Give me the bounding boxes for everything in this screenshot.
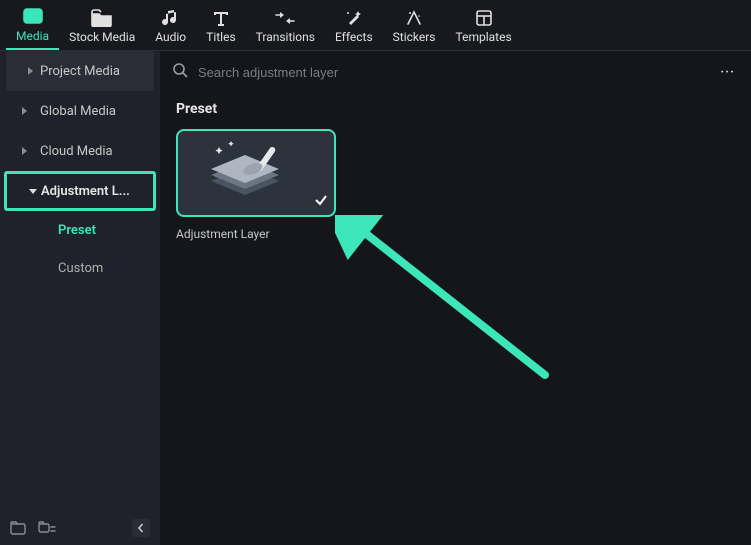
- caret-down-icon: [29, 189, 37, 194]
- tab-label: Media: [16, 29, 49, 43]
- stock-media-icon: [91, 8, 113, 28]
- sidebar-footer: [0, 511, 160, 545]
- tab-label: Templates: [456, 30, 512, 44]
- body: Project Media Global Media Cloud Media A…: [0, 51, 751, 545]
- collapse-sidebar-button[interactable]: [132, 519, 150, 537]
- sidebar-sub-label: Preset: [58, 223, 96, 238]
- sidebar-sub-label: Custom: [58, 261, 103, 276]
- more-options-button[interactable]: ···: [716, 63, 739, 82]
- preset-label: Adjustment Layer: [176, 227, 735, 241]
- search-input[interactable]: [198, 65, 706, 80]
- titles-icon: [212, 8, 230, 28]
- tab-label: Effects: [335, 30, 373, 44]
- tab-templates[interactable]: Templates: [446, 0, 522, 50]
- content-area: Preset: [160, 93, 751, 545]
- caret-right-icon: [22, 107, 27, 115]
- sidebar-item-cloud-media[interactable]: Cloud Media: [0, 131, 160, 171]
- sidebar-item-adjustment-layer[interactable]: Adjustment L...: [4, 171, 156, 211]
- sidebar: Project Media Global Media Cloud Media A…: [0, 51, 160, 545]
- caret-right-icon: [22, 147, 27, 155]
- top-tab-bar: Media Stock Media Audio Titles Transitio…: [0, 0, 751, 51]
- main-area: ··· Preset: [160, 51, 751, 545]
- search-box[interactable]: [172, 62, 706, 82]
- preset-adjustment-layer[interactable]: [176, 129, 336, 217]
- tab-transitions[interactable]: Transitions: [246, 0, 325, 50]
- check-icon: [314, 193, 328, 211]
- tab-effects[interactable]: Effects: [325, 0, 383, 50]
- media-icon: [23, 7, 43, 27]
- sidebar-sub-custom[interactable]: Custom: [0, 249, 160, 287]
- sidebar-item-label: Global Media: [40, 104, 116, 119]
- sidebar-sub-preset[interactable]: Preset: [0, 211, 160, 249]
- tab-stock-media[interactable]: Stock Media: [59, 0, 145, 50]
- templates-icon: [475, 8, 493, 28]
- tab-stickers[interactable]: Stickers: [383, 0, 446, 50]
- sidebar-item-label: Cloud Media: [40, 144, 113, 159]
- caret-right-icon: [28, 67, 33, 75]
- tab-media[interactable]: Media: [6, 0, 59, 50]
- tab-label: Titles: [206, 30, 235, 44]
- tab-label: Transitions: [256, 30, 315, 44]
- section-title: Preset: [176, 101, 735, 117]
- search-icon: [172, 62, 188, 82]
- search-row: ···: [160, 51, 751, 93]
- transitions-icon: [274, 8, 296, 28]
- tab-titles[interactable]: Titles: [196, 0, 245, 50]
- sidebar-item-label: Adjustment L...: [41, 184, 130, 199]
- sidebar-item-label: Project Media: [40, 64, 120, 79]
- tab-label: Audio: [155, 30, 186, 44]
- audio-icon: [162, 8, 180, 28]
- tab-audio[interactable]: Audio: [145, 0, 196, 50]
- sidebar-item-global-media[interactable]: Global Media: [0, 91, 160, 131]
- tab-label: Stickers: [393, 30, 436, 44]
- add-folder-icon[interactable]: [10, 521, 26, 535]
- effects-icon: [345, 8, 363, 28]
- adjustment-layer-thumb-icon: [201, 139, 311, 207]
- sidebar-item-project-media[interactable]: Project Media: [6, 51, 154, 91]
- stickers-icon: [405, 8, 423, 28]
- tab-label: Stock Media: [69, 30, 135, 44]
- folder-tree-icon[interactable]: [38, 521, 56, 535]
